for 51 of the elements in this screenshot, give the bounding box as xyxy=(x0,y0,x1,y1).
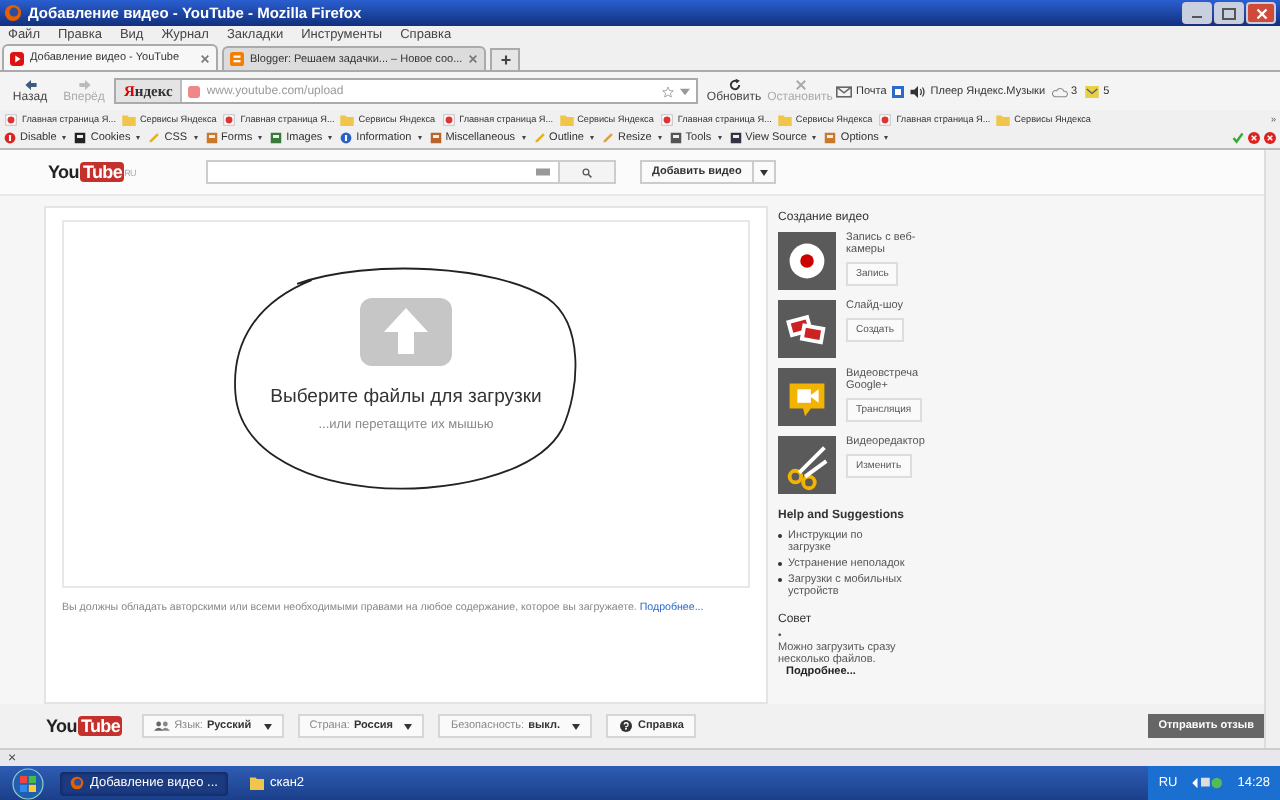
scrollbar[interactable] xyxy=(1264,150,1280,748)
photos-icon[interactable] xyxy=(778,300,836,358)
record-icon[interactable] xyxy=(778,232,836,290)
error-icon[interactable] xyxy=(1264,132,1276,144)
stop-icon xyxy=(793,78,807,92)
scissors-icon[interactable] xyxy=(778,436,836,494)
keyboard-icon[interactable] xyxy=(535,168,550,176)
page-icon xyxy=(659,113,674,125)
form-icon xyxy=(824,132,837,144)
speaker-icon xyxy=(910,85,927,97)
star-icon[interactable] xyxy=(662,85,674,97)
back-arrow-icon xyxy=(23,78,37,92)
page-icon xyxy=(4,113,18,125)
reload-icon xyxy=(727,78,741,92)
envelope-icon xyxy=(836,85,852,97)
dropdown-button[interactable] xyxy=(753,160,776,184)
new-tab-button[interactable] xyxy=(490,48,521,70)
page-icon xyxy=(441,113,456,125)
people-icon xyxy=(154,720,171,732)
pencil-icon xyxy=(533,132,546,144)
error-icon[interactable] xyxy=(1248,132,1260,144)
no-sign-icon xyxy=(4,132,16,144)
blogger-icon xyxy=(230,52,244,66)
envelope-icon xyxy=(1083,85,1100,97)
cloud-icon xyxy=(1051,85,1068,97)
close-icon[interactable] xyxy=(468,54,479,64)
search-field[interactable] xyxy=(205,160,560,184)
page-icon xyxy=(878,113,893,125)
plus-icon xyxy=(499,54,512,66)
video-camera-icon[interactable] xyxy=(778,368,836,426)
network-icon[interactable] xyxy=(1189,776,1226,790)
close-button[interactable] xyxy=(1246,2,1276,24)
folder-icon xyxy=(249,776,264,790)
bookmark-square-icon[interactable] xyxy=(892,85,905,97)
close-icon xyxy=(1255,7,1267,19)
info-icon xyxy=(340,132,353,144)
maximize-button[interactable] xyxy=(1214,2,1244,24)
checkmark-icon[interactable] xyxy=(1232,132,1244,144)
firefox-icon xyxy=(4,4,22,22)
firefox-icon xyxy=(70,776,84,790)
pencil-icon xyxy=(148,132,161,144)
minimize-button[interactable] xyxy=(1182,2,1212,24)
page-icon xyxy=(222,113,237,125)
forward-arrow-icon xyxy=(77,78,91,92)
start-button[interactable] xyxy=(8,767,48,799)
close-icon[interactable] xyxy=(200,53,210,63)
search-icon xyxy=(581,167,592,177)
dropdown-arrow-icon[interactable] xyxy=(680,87,690,95)
upload-title[interactable]: Выберите файлы для загрузки xyxy=(270,386,542,408)
form-icon xyxy=(205,132,218,144)
help-icon xyxy=(618,720,635,732)
